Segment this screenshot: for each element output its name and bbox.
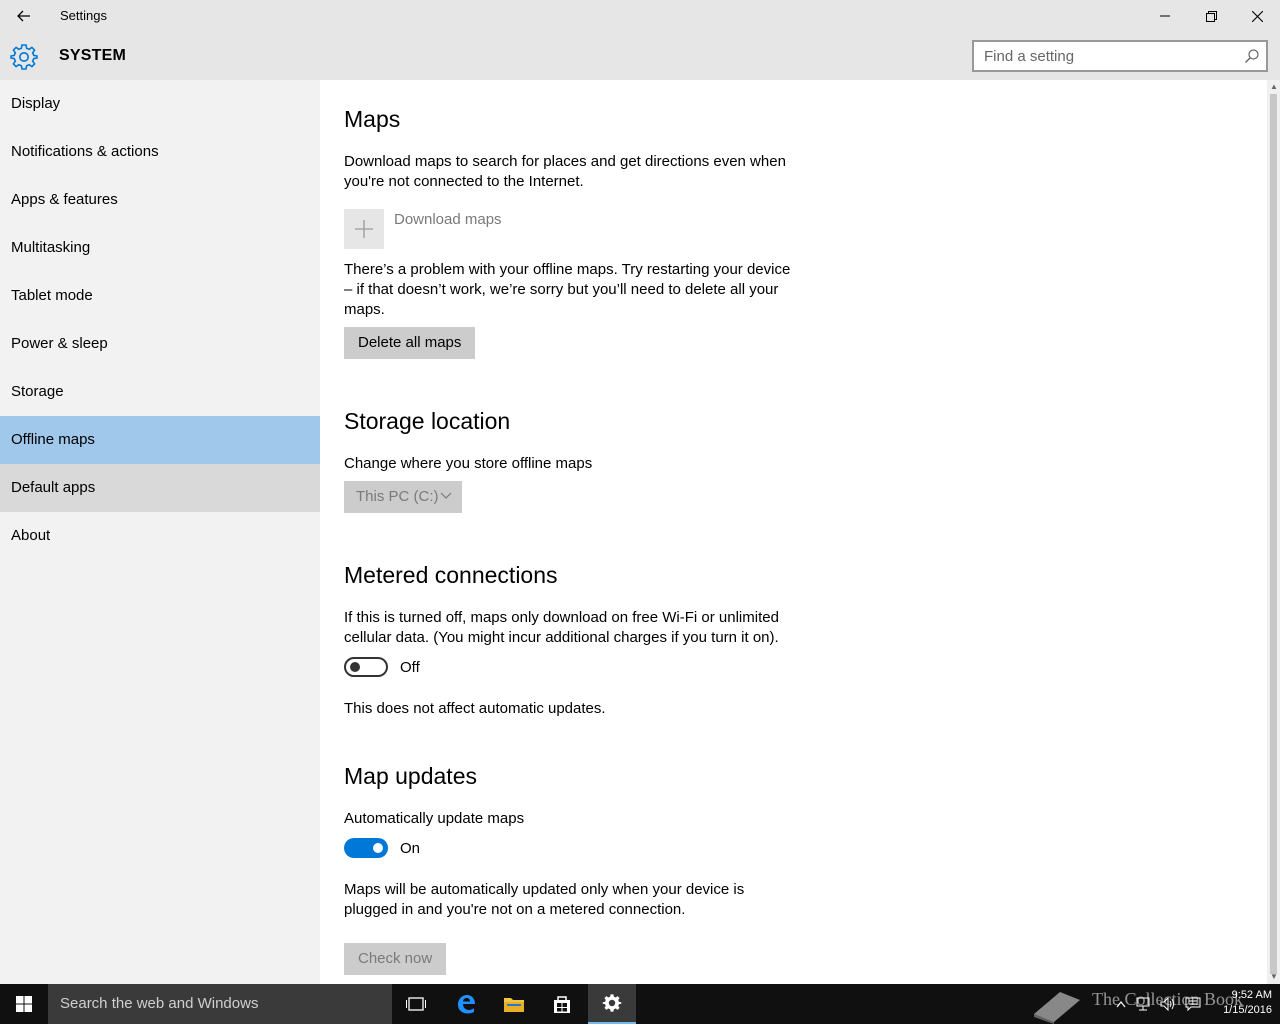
restore-button[interactable] [1188,0,1234,32]
sidebar-item-multitasking[interactable]: Multitasking [0,224,320,272]
main-content: Maps Download maps to search for places … [320,80,1267,984]
search-icon[interactable] [1244,48,1260,64]
speaker-icon [1160,997,1174,1011]
metered-connections-toggle[interactable] [344,657,388,677]
auto-update-toggle[interactable] [344,838,388,858]
sidebar-item-display[interactable]: Display [0,80,320,128]
task-view-icon [406,997,426,1011]
plus-icon [355,220,373,238]
download-maps-label[interactable]: Download maps [394,211,502,228]
maps-problem-text: There’s a problem with your offline maps… [344,261,791,318]
window-title: Settings [60,8,107,23]
metered-note: This does not affect automatic updates. [344,700,606,717]
taskbar: Search the web and Windows The Collectio… [0,984,1280,1024]
sidebar-item-offline-maps[interactable]: Offline maps [0,416,320,464]
restore-icon [1205,10,1217,22]
taskbar-search[interactable]: Search the web and Windows [48,984,392,1024]
arrow-left-icon [17,10,30,22]
map-updates-note: Maps will be automatically updated only … [344,881,745,918]
metered-connections-heading: Metered connections [344,562,558,588]
maps-description: Download maps to search for places and g… [344,153,786,190]
taskbar-clock[interactable]: 9:52 AM 1/15/2016 [1212,988,1272,1018]
metered-connections-description: If this is turned off, maps only downloa… [344,609,779,646]
chevron-down-icon [440,492,452,499]
scroll-down-arrow-icon[interactable]: ▼ [1270,973,1278,981]
metered-toggle-state: Off [400,659,420,676]
sidebar-item-power-sleep[interactable]: Power & sleep [0,320,320,368]
toggle-knob [373,843,383,853]
gear-icon [10,44,38,70]
task-view-button[interactable] [392,984,440,1024]
sidebar-item-tablet-mode[interactable]: Tablet mode [0,272,320,320]
action-center-button[interactable] [1182,984,1204,1024]
search-box[interactable] [972,40,1268,72]
sidebar: Display Notifications & actions Apps & f… [0,80,320,984]
map-updates-heading: Map updates [344,763,477,789]
network-icon [1136,997,1150,1011]
storage-location-value: This PC (C:) [356,488,439,505]
sidebar-item-notifications[interactable]: Notifications & actions [0,128,320,176]
scroll-up-arrow-icon[interactable]: ▲ [1270,83,1278,91]
scrollbar[interactable]: ▲ ▼ [1267,80,1280,984]
sidebar-item-storage[interactable]: Storage [0,368,320,416]
sidebar-item-apps-features[interactable]: Apps & features [0,176,320,224]
search-input[interactable] [974,42,1234,70]
section-title: SYSTEM [59,47,126,64]
close-icon [1251,10,1263,22]
gear-icon [602,994,622,1012]
auto-update-toggle-state: On [400,840,421,857]
volume-tray-button[interactable] [1158,984,1178,1024]
maps-heading: Maps [344,106,401,132]
storage-location-dropdown[interactable]: This PC (C:) [344,481,462,513]
folder-icon [504,998,524,1012]
settings-header: SYSTEM [0,32,1280,80]
settings-taskbar-button[interactable] [588,984,636,1024]
sidebar-item-default-apps[interactable]: Default apps [0,464,320,512]
file-explorer-button[interactable] [490,984,538,1024]
map-updates-description: Automatically update maps [344,810,525,827]
minimize-button[interactable] [1142,0,1188,32]
edge-icon [458,995,475,1014]
check-now-button[interactable]: Check now [344,943,447,975]
storage-location-heading: Storage location [344,408,511,434]
scrollbar-thumb[interactable] [1270,94,1277,974]
notification-icon [1185,997,1201,1011]
storage-location-description: Change where you store offline maps [344,455,593,472]
toggle-knob [350,662,360,672]
back-button[interactable] [8,4,40,28]
store-button[interactable] [538,984,586,1024]
network-tray-button[interactable] [1134,984,1154,1024]
delete-all-maps-button[interactable]: Delete all maps [344,327,476,359]
start-button[interactable] [0,984,48,1024]
book-logo-icon [1034,992,1080,1024]
store-bag-icon [554,996,570,1013]
show-hidden-icons-button[interactable] [1112,984,1130,1024]
edge-button[interactable] [442,984,490,1024]
title-bar: Settings [0,0,1280,32]
sidebar-item-about[interactable]: About [0,512,320,560]
clock-date: 1/15/2016 [1223,1004,1272,1016]
windows-logo-icon [16,996,32,1012]
download-maps-button[interactable] [344,209,384,249]
clock-time: 9:52 AM [1231,989,1272,1001]
close-button[interactable] [1234,0,1280,32]
chevron-up-icon [1116,1001,1126,1008]
minimize-icon [1160,15,1170,17]
